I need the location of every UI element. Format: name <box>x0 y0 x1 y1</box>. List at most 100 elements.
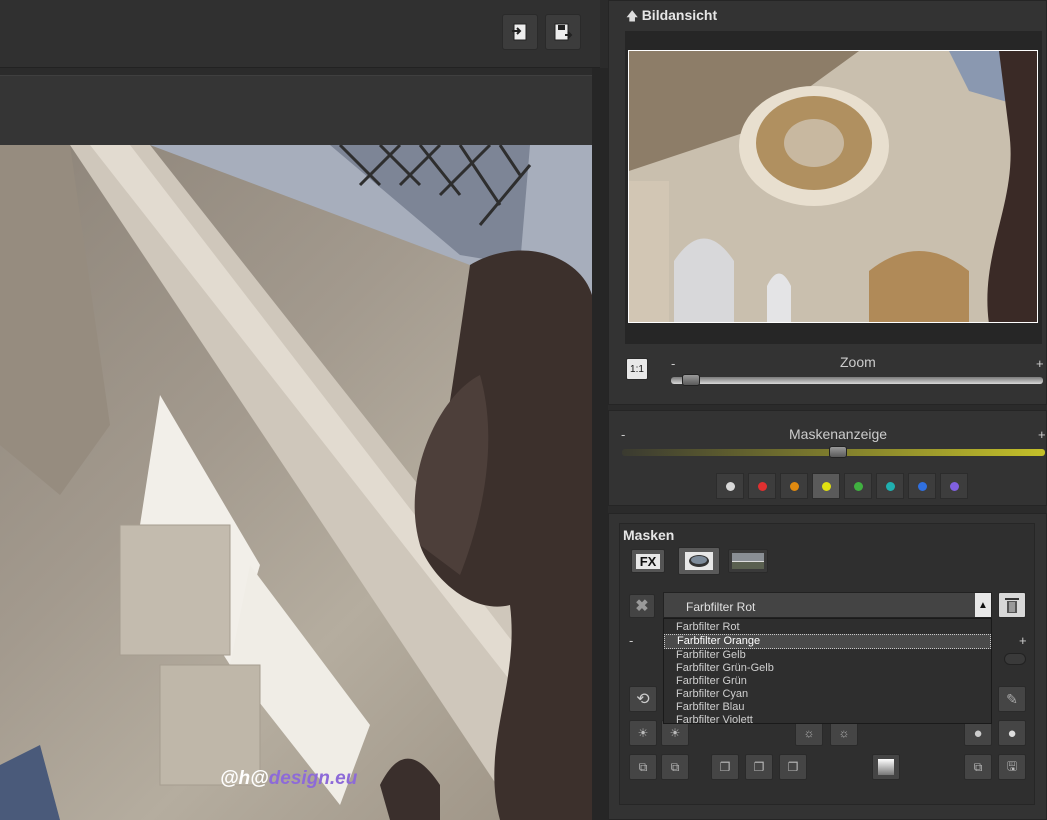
mask-preset-option[interactable]: Farbfilter Orange <box>664 634 991 649</box>
masks-title: Masken <box>623 527 675 543</box>
delete-mask-button[interactable] <box>998 592 1026 618</box>
landscape-icon <box>732 553 764 569</box>
mask-preset-options: Farbfilter Rot Farbfilter Orange Farbfilte… <box>663 618 992 727</box>
paste-icon: ⧉ <box>670 759 680 774</box>
mask-color-button[interactable] <box>844 473 872 499</box>
brightness-down-button[interactable]: ☀ <box>629 720 657 746</box>
mask-preset-option[interactable]: Farbfilter Violett <box>664 714 991 727</box>
import-button[interactable] <box>502 14 538 50</box>
brush-icon: ✎ <box>1006 690 1018 707</box>
save-icon <box>554 23 573 41</box>
church-interior-image <box>0 145 592 820</box>
undo-button[interactable]: ⟲ <box>629 686 657 712</box>
save-mask-button[interactable]: 🖫 <box>998 754 1026 780</box>
image-header-bar <box>0 75 600 145</box>
gradient-square-icon <box>878 759 894 775</box>
circle-hard-icon: ● <box>1007 724 1017 742</box>
mask-strength-plus: + <box>1019 633 1027 648</box>
mask-display-label: Maskenanzeige <box>789 426 888 442</box>
mask-display-minus: - <box>621 427 626 442</box>
save-button[interactable] <box>545 14 581 50</box>
paste-mask-button[interactable]: ⧉ <box>661 754 689 780</box>
mask-strength-minus: - <box>629 633 634 648</box>
import-icon <box>512 23 527 41</box>
color-dot-icon <box>885 481 895 491</box>
copy-icon: ⧉ <box>638 759 648 774</box>
mask-color-button[interactable] <box>716 473 744 499</box>
mask-color-button[interactable] <box>908 473 936 499</box>
mask-color-button[interactable] <box>940 473 968 499</box>
sun-large-icon: ☀ <box>669 726 681 740</box>
zoom-label: Zoom <box>840 354 876 370</box>
mask-preset-option[interactable]: Farbfilter Cyan <box>664 688 991 701</box>
mask-op-3-button[interactable]: ❐ <box>779 754 807 780</box>
mask-preset-option[interactable]: Farbfilter Gelb <box>664 649 991 662</box>
color-dot-icon <box>917 481 927 491</box>
mask-color-button[interactable] <box>780 473 808 499</box>
mask-preset-option[interactable]: Farbfilter Grün <box>664 675 991 688</box>
sun-outline-large-icon: ☼ <box>838 726 850 740</box>
layer-icon: ❐ <box>719 760 731 774</box>
panel-divider[interactable] <box>592 68 608 820</box>
mask-op-1-button[interactable]: ❐ <box>711 754 739 780</box>
watermark-prefix: @h@ <box>220 768 269 789</box>
save-icon: 🖫 <box>1006 758 1018 773</box>
preview-panel: 🡅 Bildansicht 1:1 - Zoom + <box>608 0 1047 405</box>
sun-small-icon: ☀ <box>637 726 649 740</box>
watermark-suffix: design.eu <box>268 768 358 789</box>
import-mask-button[interactable]: ⧉ <box>964 754 992 780</box>
remove-mask-button[interactable]: ✖ <box>629 594 655 618</box>
undo-icon: ⟲ <box>636 691 650 708</box>
zoom-slider[interactable] <box>671 374 1043 386</box>
mask-preset-option[interactable]: Farbfilter Blau <box>664 701 991 714</box>
mask-preset-select[interactable]: Farbfilter Rot ▲ <box>663 592 992 618</box>
dropdown-toggle[interactable]: ▲ <box>975 593 991 617</box>
image-canvas[interactable]: @h@design.eu <box>0 145 592 820</box>
watermark: @h@design.eu <box>220 768 357 790</box>
tab-landscape[interactable] <box>728 549 768 573</box>
sun-outline-icon: ☼ <box>803 726 815 740</box>
close-x-icon: ✖ <box>635 598 649 615</box>
tab-fx[interactable]: FX <box>631 549 665 573</box>
mask-display-plus: + <box>1038 427 1046 442</box>
triangle-up-icon: ▲ <box>978 599 988 611</box>
mask-color-button[interactable] <box>748 473 776 499</box>
color-dot-icon <box>949 481 959 491</box>
ellipse-mask-icon <box>685 552 713 570</box>
color-dot-icon <box>789 481 799 491</box>
color-dot-icon <box>821 481 831 491</box>
zoom-plus: + <box>1036 356 1044 371</box>
preview-title: Bildansicht <box>641 7 718 23</box>
tab-mask[interactable] <box>678 547 720 575</box>
mask-toggle[interactable] <box>1004 653 1026 665</box>
layer-icon: ❐ <box>787 760 799 774</box>
preview-image <box>629 51 1037 322</box>
trash-icon <box>1005 598 1019 613</box>
mask-display-panel: - Maskenanzeige + <box>608 410 1047 506</box>
gradient-button[interactable] <box>872 754 900 780</box>
mask-color-button[interactable] <box>812 473 840 499</box>
preview-header[interactable]: 🡅 Bildansicht <box>626 7 717 28</box>
mask-color-button[interactable] <box>876 473 904 499</box>
mask-preset-value: Farbfilter Rot <box>686 600 756 614</box>
collapse-up-icon: 🡅 <box>626 9 639 23</box>
circle-soft-icon: ● <box>973 724 983 742</box>
brush-button[interactable]: ✎ <box>998 686 1026 712</box>
mask-color-selector <box>716 473 968 499</box>
layer-icon: ❐ <box>753 760 765 774</box>
preview-frame <box>625 31 1042 344</box>
color-dot-icon <box>757 481 767 491</box>
fx-label: FX <box>635 553 661 569</box>
mask-preset-option[interactable]: Farbfilter Grün-Gelb <box>664 662 991 675</box>
mask-op-2-button[interactable]: ❐ <box>745 754 773 780</box>
zoom-1-1-button[interactable]: 1:1 <box>626 358 648 380</box>
mask-preset-option[interactable]: Farbfilter Rot <box>664 621 991 634</box>
copy-mask-button[interactable]: ⧉ <box>629 754 657 780</box>
preview-thumbnail[interactable] <box>628 50 1038 323</box>
mask-display-slider[interactable] <box>622 446 1045 458</box>
hard-brush-button[interactable]: ● <box>998 720 1026 746</box>
zoom-slider-handle[interactable] <box>682 374 700 386</box>
mask-display-slider-handle[interactable] <box>829 446 847 458</box>
color-dot-icon <box>725 481 735 491</box>
color-dot-icon <box>853 481 863 491</box>
